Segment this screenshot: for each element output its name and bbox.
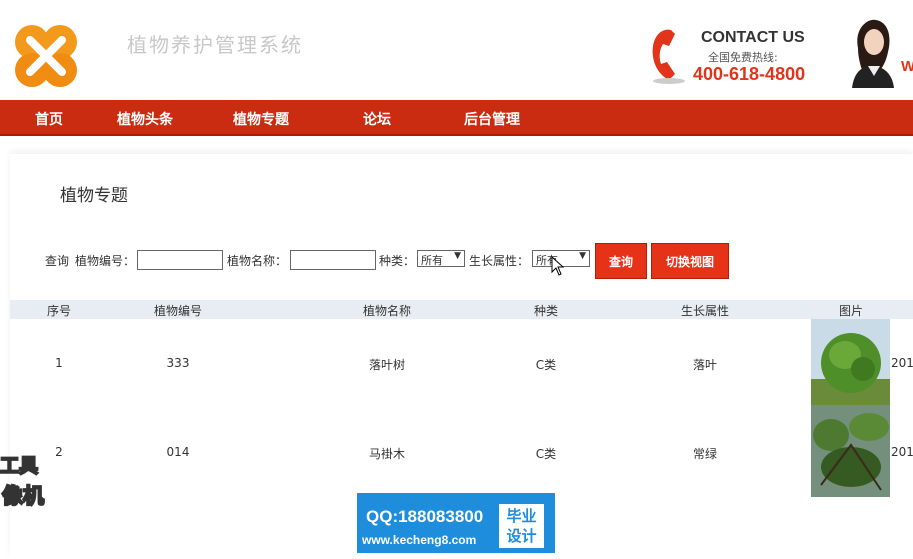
column-header-type: 种类 (533, 304, 559, 318)
plant-code-input[interactable] (137, 250, 223, 270)
page-title: 植物专题 (60, 186, 128, 206)
column-header-name: 植物名称 (362, 304, 412, 318)
site-title: 植物养护管理系统 (127, 33, 303, 57)
watermark-url: www.kecheng8.com (362, 533, 477, 547)
cell-growth: 常绿 (692, 447, 718, 461)
plant-name-input[interactable] (290, 250, 376, 270)
cell-name[interactable]: 落叶树 (369, 356, 405, 373)
cell-clipped-text: 201 (891, 445, 913, 459)
table-header (10, 300, 913, 319)
phone-icon (652, 29, 685, 84)
contact-subtitle: 全国免费热线: (708, 51, 778, 64)
type-select-value: 所有 (421, 254, 443, 267)
type-select[interactable]: 所有 ▼ (417, 250, 465, 267)
watermark-left-line1: 工具 (0, 454, 39, 478)
dropdown-arrow-icon: ▼ (454, 251, 461, 261)
customer-service-avatar (852, 19, 894, 88)
search-prefix-label: 查询 (45, 254, 70, 268)
column-header-growth: 生长属性 (680, 304, 730, 318)
nav-item-plant-topics[interactable]: 植物专题 (233, 109, 289, 129)
logo-icon (15, 25, 77, 87)
watermark-qq: QQ:188083800 (366, 507, 484, 526)
cell-growth: 落叶 (692, 358, 718, 372)
cell-index: 2 (55, 445, 63, 459)
watermark-tag-line2: 设计 (506, 527, 537, 545)
switch-view-button[interactable]: 切换视图 (651, 243, 729, 279)
contact-title: CONTACT US (701, 29, 805, 46)
cell-clipped-text: 201 (891, 356, 913, 370)
column-header-image: 图片 (838, 304, 864, 318)
cell-code: 333 (166, 356, 190, 370)
header-edge-letter: W (901, 58, 913, 75)
growth-label: 生长属性： (469, 254, 530, 268)
column-header-index: 序号 (46, 304, 72, 318)
watermark-left-line2: 像机 (1, 483, 45, 509)
cell-type: C类 (535, 358, 557, 372)
column-header-code: 植物编号 (153, 304, 203, 318)
plant-name-label: 植物名称： (227, 254, 288, 268)
cell-code: 014 (166, 445, 190, 459)
plant-image[interactable] (811, 405, 890, 497)
contact-number: 400-618-4800 (693, 64, 806, 84)
watermark-tag-line1: 毕业 (506, 507, 537, 525)
watermark-tag: 毕业 设计 (499, 504, 544, 548)
nav-item-plant-headlines[interactable]: 植物头条 (117, 109, 173, 129)
mouse-cursor-icon (551, 256, 565, 276)
query-button[interactable]: 查询 (595, 243, 647, 279)
cell-index: 1 (55, 356, 63, 370)
main-nav: 首页 植物头条 植物专题 论坛 后台管理 (0, 100, 913, 136)
nav-item-forum[interactable]: 论坛 (363, 109, 391, 129)
dropdown-arrow-icon: ▼ (579, 251, 586, 261)
cell-name[interactable]: 马褂木 (369, 445, 405, 462)
cell-type: C类 (535, 447, 557, 461)
type-label: 种类： (379, 254, 416, 268)
plant-image[interactable] (811, 319, 890, 405)
plant-code-label: 植物编号： (75, 254, 136, 268)
nav-item-home[interactable]: 首页 (35, 109, 63, 129)
site-header: 植物养护管理系统 CONTACT US 全国免费热线: 400-618-4800… (0, 0, 913, 100)
nav-item-admin[interactable]: 后台管理 (464, 109, 520, 129)
